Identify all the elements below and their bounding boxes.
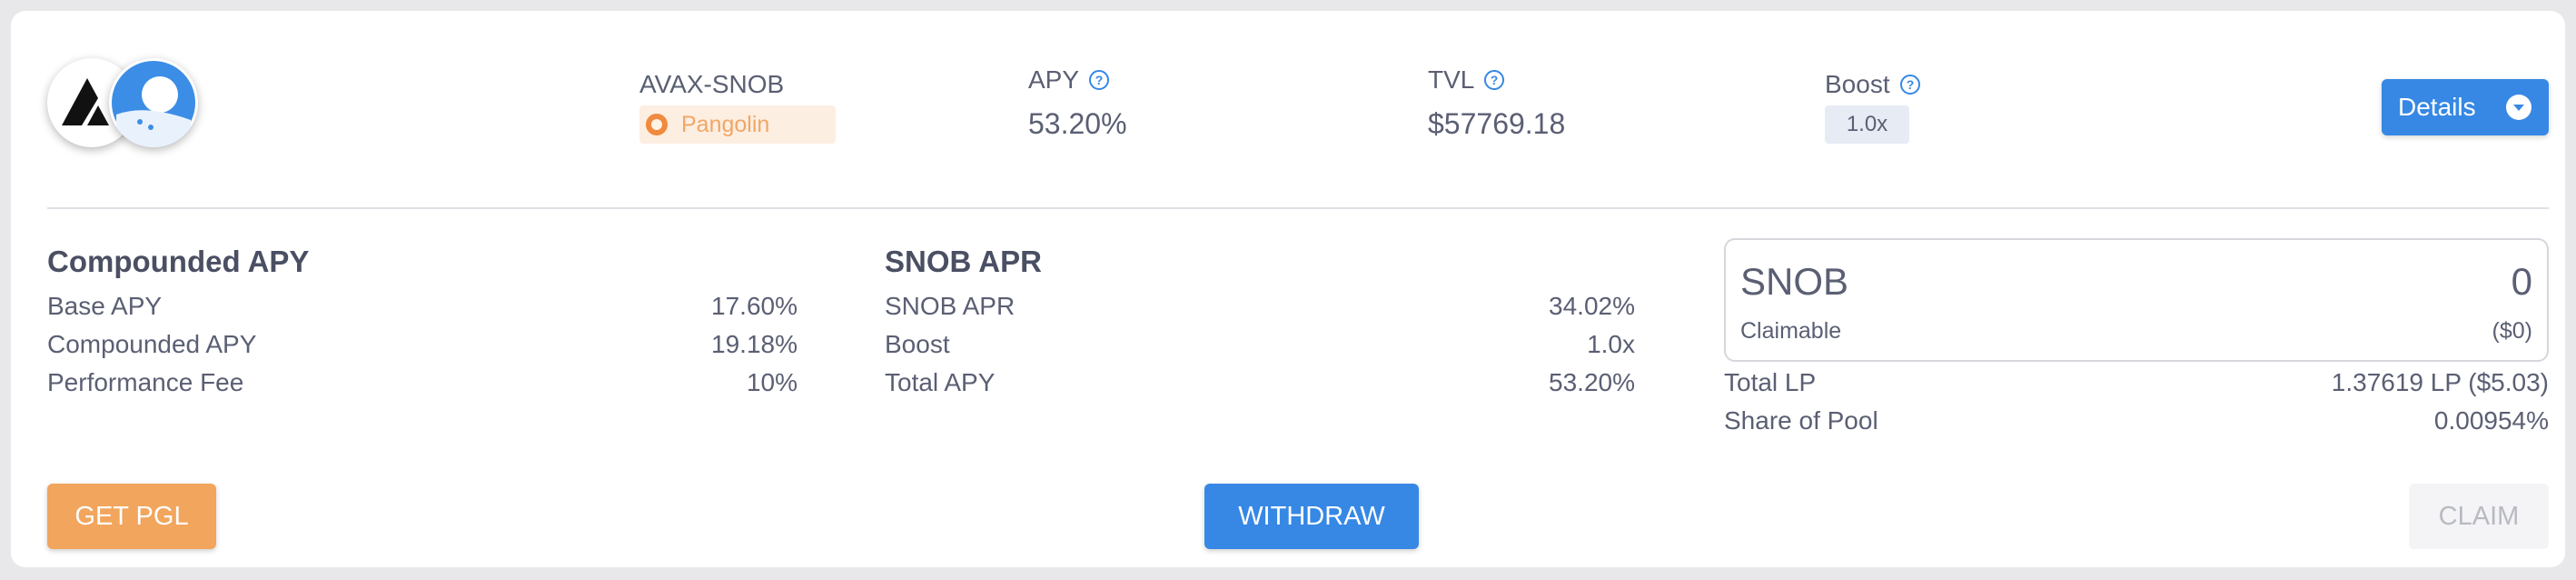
boost-badge: 1.0x — [1825, 105, 1909, 144]
tvl-label-text: TVL — [1428, 65, 1475, 94]
info-row: Base APY 17.60% — [47, 292, 798, 321]
info-row: SNOB APR 34.02% — [885, 292, 1635, 321]
info-row: Total APY 53.20% — [885, 368, 1635, 397]
boost-label: Boost ? — [1825, 70, 1921, 99]
help-icon[interactable]: ? — [1899, 74, 1921, 95]
snob-apr-title: SNOB APR — [885, 245, 1042, 278]
row-value: 19.18% — [711, 330, 798, 358]
farm-card: AVAX-SNOB Pangolin APY ? 53.20% TVL ? $5… — [11, 11, 2565, 567]
svg-text:?: ? — [1906, 77, 1914, 92]
claim-label: Claimable — [1740, 318, 1842, 344]
details-button[interactable]: Details — [2382, 79, 2549, 135]
info-row: Share of Pool 0.00954% — [1724, 406, 2549, 435]
chevron-down-icon — [2506, 95, 2531, 120]
apy-value: 53.20% — [1028, 107, 1127, 140]
platform-label: Pangolin — [681, 111, 770, 137]
apy-label-text: APY — [1028, 65, 1080, 94]
info-row: Compounded APY 19.18% — [47, 330, 798, 359]
row-label: SNOB APR — [885, 292, 1016, 320]
withdraw-button[interactable]: WITHDRAW — [1204, 484, 1419, 549]
help-icon[interactable]: ? — [1483, 69, 1505, 91]
row-label: Performance Fee — [47, 368, 244, 396]
details-button-label: Details — [2398, 93, 2476, 121]
row-value: 10% — [746, 368, 798, 396]
row-label: Total LP — [1724, 368, 1817, 396]
row-value: 1.0x — [1587, 330, 1635, 358]
claim-token: SNOB — [1740, 260, 1849, 303]
apy-label: APY ? — [1028, 65, 1110, 95]
row-value: 34.02% — [1549, 292, 1635, 320]
divider — [47, 207, 2549, 209]
row-label: Base APY — [47, 292, 163, 320]
claim-usd: ($0) — [2492, 318, 2532, 344]
claim-amount: 0 — [2511, 260, 2532, 303]
info-row: Boost 1.0x — [885, 330, 1635, 359]
tvl-label: TVL ? — [1428, 65, 1505, 95]
row-label: Share of Pool — [1724, 406, 1878, 435]
snowball-logo-icon — [109, 58, 198, 147]
pangolin-icon — [646, 114, 668, 135]
pair-name: AVAX-SNOB — [639, 70, 785, 98]
row-value: 0.00954% — [2433, 406, 2549, 435]
token-logos — [47, 58, 202, 149]
claimable-box: SNOB 0 Claimable ($0) — [1724, 238, 2549, 362]
row-value: 1.37619 LP ($5.03) — [2331, 368, 2549, 396]
help-icon[interactable]: ? — [1088, 69, 1110, 91]
row-value: 17.60% — [711, 292, 798, 320]
info-row: Performance Fee 10% — [47, 368, 798, 397]
boost-label-text: Boost — [1825, 70, 1890, 98]
compounded-apy-title: Compounded APY — [47, 245, 310, 278]
info-row: Total LP 1.37619 LP ($5.03) — [1724, 368, 2549, 397]
tvl-value: $57769.18 — [1428, 107, 1566, 140]
row-label: Boost — [885, 330, 950, 358]
row-value: 53.20% — [1549, 368, 1635, 396]
get-pgl-button[interactable]: GET PGL — [47, 484, 216, 549]
claim-button[interactable]: CLAIM — [2409, 484, 2549, 549]
row-label: Total APY — [885, 368, 996, 396]
svg-text:?: ? — [1095, 73, 1104, 87]
row-label: Compounded APY — [47, 330, 257, 358]
platform-badge: Pangolin — [639, 105, 836, 144]
svg-text:?: ? — [1491, 73, 1499, 87]
